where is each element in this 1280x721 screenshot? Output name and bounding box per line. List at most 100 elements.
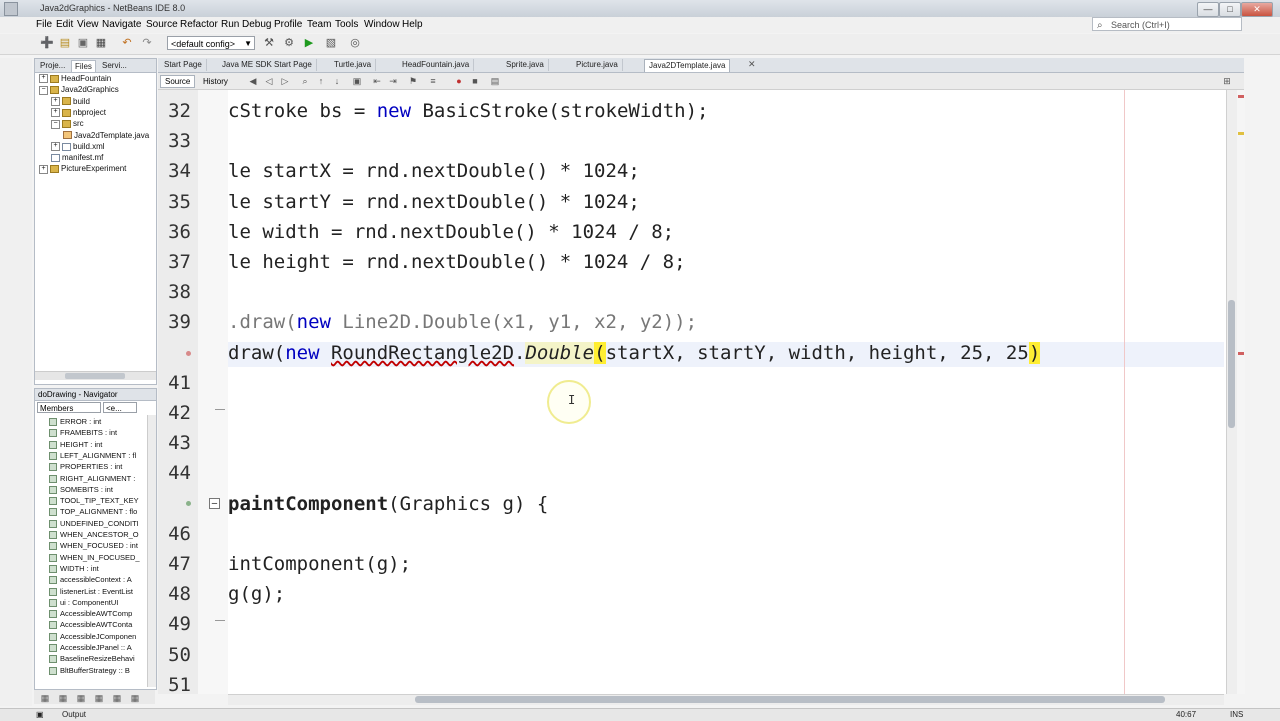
shift-left-icon[interactable]: ⇤ bbox=[370, 74, 384, 88]
output-tab[interactable]: Output bbox=[62, 710, 86, 719]
tree-item[interactable]: − Java2dGraphics bbox=[39, 84, 119, 95]
tab-headfountain-java[interactable]: HeadFountain.java bbox=[398, 59, 475, 71]
tab-services[interactable]: Servi... bbox=[99, 60, 130, 71]
forward-icon[interactable]: ▷ bbox=[278, 74, 292, 88]
navigator-item[interactable]: SOMEBITS : int bbox=[49, 484, 113, 495]
sort-name-icon[interactable]: ▦ bbox=[110, 691, 124, 705]
navigator-item[interactable]: LEFT_ALIGNMENT : fl bbox=[49, 450, 136, 461]
tree-item[interactable]: Java2dTemplate.java bbox=[63, 130, 149, 141]
save-all-icon[interactable]: ▦ bbox=[94, 36, 108, 50]
new-file-icon[interactable]: ▤ bbox=[58, 36, 72, 50]
code-line[interactable]: le width = rnd.nextDouble() * 1024 / 8; bbox=[228, 221, 674, 243]
code-line-40[interactable]: draw(new RoundRectangle2D.Double(startX,… bbox=[228, 342, 1041, 364]
menu-file[interactable]: File bbox=[36, 19, 52, 30]
menu-profile[interactable]: Profile bbox=[274, 19, 302, 30]
filter-static-icon[interactable]: ▦ bbox=[56, 691, 70, 705]
navigator-item[interactable]: WHEN_ANCESTOR_O bbox=[49, 529, 139, 540]
code-line[interactable]: paintComponent(Graphics g) { bbox=[228, 493, 548, 515]
open-project-icon[interactable]: ▣ bbox=[76, 36, 90, 50]
navigator-vscroll[interactable] bbox=[147, 415, 156, 687]
navigator-item[interactable]: AccessibleJPanel :: A bbox=[49, 642, 132, 653]
navigator-item[interactable]: BaselineResizeBehavi bbox=[49, 653, 135, 664]
code-line[interactable]: le height = rnd.nextDouble() * 1024 / 8; bbox=[228, 251, 686, 273]
projects-hscroll[interactable] bbox=[35, 371, 156, 380]
projects-hscroll-thumb[interactable] bbox=[65, 373, 125, 379]
find-next-icon[interactable]: ↓ bbox=[330, 74, 344, 88]
tree-item[interactable]: manifest.mf bbox=[51, 152, 103, 163]
tab-sprite-java[interactable]: Sprite.java bbox=[502, 59, 549, 71]
editor-hscroll-thumb[interactable] bbox=[415, 696, 1165, 703]
fold-collapse-icon[interactable]: − bbox=[209, 498, 220, 510]
menu-edit[interactable]: Edit bbox=[56, 19, 73, 30]
navigator-item[interactable]: ui : ComponentUI bbox=[49, 597, 118, 608]
navigator-item[interactable]: WIDTH : int bbox=[49, 563, 99, 574]
navigator-item[interactable]: BltBufferStrategy :: B bbox=[49, 665, 130, 676]
expand-icon[interactable]: + bbox=[39, 74, 48, 84]
tab-files[interactable]: Files bbox=[71, 60, 96, 72]
navigator-item[interactable]: ERROR : int bbox=[49, 416, 101, 427]
split-editor-icon[interactable]: ⊞ bbox=[1220, 74, 1234, 88]
bookmark-icon[interactable]: ⚑ bbox=[406, 74, 420, 88]
navigator-item[interactable]: HEIGHT : int bbox=[49, 439, 102, 450]
navigator-item[interactable]: listenerList : EventList bbox=[49, 586, 133, 597]
minimize-button[interactable]: — bbox=[1197, 2, 1219, 17]
navigator-filter-select[interactable]: Members bbox=[37, 402, 101, 413]
output-icon[interactable]: ▣ bbox=[36, 710, 44, 719]
sort-source-icon[interactable]: ▦ bbox=[128, 691, 142, 705]
menu-tools[interactable]: Tools bbox=[335, 19, 358, 30]
code-line[interactable]: g(g); bbox=[228, 583, 285, 605]
tab-java2dtemplate-java[interactable]: Java2DTemplate.java bbox=[644, 59, 731, 72]
warning-stripe-mark[interactable] bbox=[1238, 132, 1244, 135]
stop-macro-icon[interactable]: ■ bbox=[468, 74, 482, 88]
tab-picture-java[interactable]: Picture.java bbox=[572, 59, 623, 71]
tree-item[interactable]: + nbproject bbox=[51, 107, 106, 118]
menu-help[interactable]: Help bbox=[402, 19, 423, 30]
error-marker-icon[interactable] bbox=[186, 351, 191, 356]
menu-team[interactable]: Team bbox=[307, 19, 331, 30]
navigator-item[interactable]: UNDEFINED_CONDITI bbox=[49, 518, 139, 529]
code-line[interactable]: intComponent(g); bbox=[228, 553, 411, 575]
navigator-item[interactable]: AccessibleAWTConta bbox=[49, 619, 132, 630]
new-project-icon[interactable]: ➕ bbox=[40, 36, 54, 50]
tree-item[interactable]: − src bbox=[51, 118, 84, 129]
build-icon[interactable]: ⚒ bbox=[262, 36, 276, 50]
editor-vscroll-thumb[interactable] bbox=[1228, 300, 1235, 428]
tree-item[interactable]: + build bbox=[51, 96, 90, 107]
redo-icon[interactable]: ↷ bbox=[140, 36, 154, 50]
code-line[interactable]: le startY = rnd.nextDouble() * 1024; bbox=[228, 191, 640, 213]
tab-javame-start-page[interactable]: Java ME SDK Start Page bbox=[218, 59, 317, 71]
close-window-button[interactable]: ✕ bbox=[1241, 2, 1273, 17]
shift-right-icon[interactable]: ⇥ bbox=[386, 74, 400, 88]
menu-run[interactable]: Run bbox=[221, 19, 239, 30]
error-stripe-mark[interactable] bbox=[1238, 95, 1244, 98]
back-icon[interactable]: ◁ bbox=[262, 74, 276, 88]
search-input[interactable]: ⌕ Search (Ctrl+I) bbox=[1092, 17, 1242, 31]
menu-view[interactable]: View bbox=[77, 19, 99, 30]
navigator-item[interactable]: AccessibleAWTComp bbox=[49, 608, 132, 619]
profile-icon[interactable]: ◎ bbox=[348, 36, 362, 50]
expand-icon[interactable]: + bbox=[51, 96, 60, 106]
navigator-item[interactable]: PROPERTIES : int bbox=[49, 461, 122, 472]
expand-icon[interactable]: + bbox=[51, 142, 60, 152]
navigator-scope-select[interactable]: <e... bbox=[103, 402, 137, 413]
menu-window[interactable]: Window bbox=[364, 19, 400, 30]
maximize-button[interactable]: □ bbox=[1219, 2, 1241, 17]
navigator-item[interactable]: AccessibleJComponen bbox=[49, 631, 136, 642]
collapse-icon[interactable]: − bbox=[51, 119, 60, 129]
error-stripe[interactable] bbox=[1237, 90, 1245, 694]
menu-navigate[interactable]: Navigate bbox=[102, 19, 141, 30]
source-view-button[interactable]: Source bbox=[160, 75, 196, 88]
navigator-item[interactable]: TOOL_TIP_TEXT_KEY bbox=[49, 495, 139, 506]
code-line[interactable]: le startX = rnd.nextDouble() * 1024; bbox=[228, 160, 640, 182]
toggle-highlight-icon[interactable]: ▣ bbox=[350, 74, 364, 88]
expand-icon[interactable]: + bbox=[51, 108, 60, 118]
code-line[interactable]: .draw(new Line2D.Double(x1, y1, x2, y2))… bbox=[228, 311, 697, 333]
override-marker-icon[interactable] bbox=[186, 501, 191, 506]
menu-refactor[interactable]: Refactor bbox=[180, 19, 218, 30]
diff-icon[interactable]: ▤ bbox=[488, 74, 502, 88]
config-select[interactable]: <default config> ▼ bbox=[167, 36, 255, 50]
undo-icon[interactable]: ↶ bbox=[120, 36, 134, 50]
tab-turtle-java[interactable]: Turtle.java bbox=[330, 59, 377, 71]
navigator-item[interactable]: FRAMEBITS : int bbox=[49, 427, 117, 438]
code-line[interactable]: cStroke bs = new BasicStroke(strokeWidth… bbox=[228, 100, 708, 122]
